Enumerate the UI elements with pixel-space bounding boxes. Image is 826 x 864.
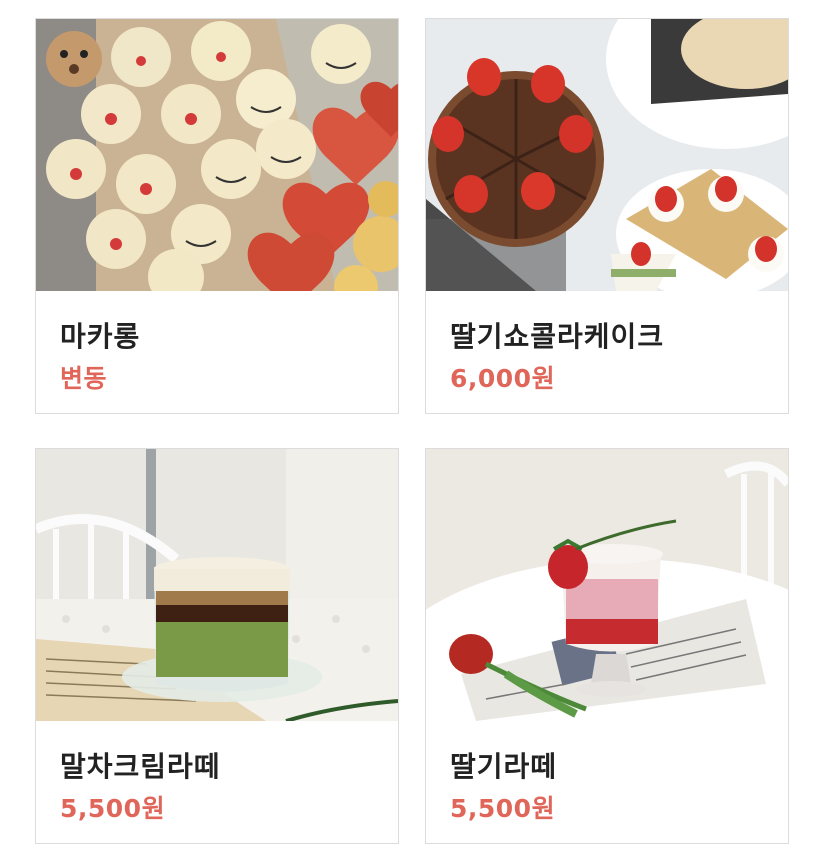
product-price: 5,500원	[450, 794, 556, 823]
product-card-macaron[interactable]: 마카롱 변동	[35, 18, 399, 414]
product-price: 5,500원	[60, 794, 166, 823]
product-image[interactable]	[36, 449, 398, 721]
product-image[interactable]	[426, 449, 788, 721]
product-price: 변동	[60, 364, 108, 393]
product-image[interactable]	[36, 19, 398, 291]
product-card-matcha-cream-latte[interactable]: 말차크림라떼 5,500원	[35, 448, 399, 844]
product-name[interactable]: 딸기쇼콜라케이크	[450, 315, 664, 355]
product-image[interactable]	[426, 19, 788, 291]
product-name[interactable]: 마카롱	[60, 315, 140, 355]
product-price: 6,000원	[450, 364, 556, 393]
product-card-strawberry-chocolate-cake[interactable]: 딸기쇼콜라케이크 6,000원	[425, 18, 789, 414]
product-card-strawberry-latte[interactable]: 딸기라떼 5,500원	[425, 448, 789, 844]
product-name[interactable]: 딸기라떼	[450, 745, 557, 785]
product-name[interactable]: 말차크림라떼	[60, 745, 221, 785]
